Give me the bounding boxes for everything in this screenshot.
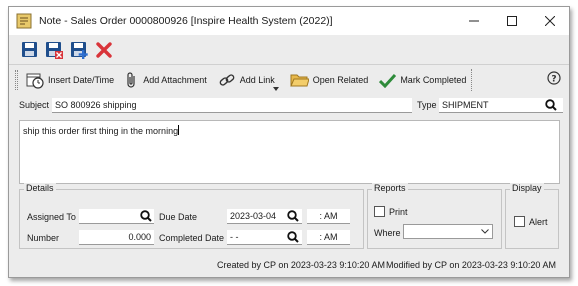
assigned-to-label: Assigned To	[27, 212, 76, 222]
due-date-search-icon[interactable]	[287, 210, 299, 222]
created-status: Created by CP on 2023-03-23 9:10:20 AM	[217, 260, 385, 270]
reports-group: Reports	[367, 183, 502, 249]
subject-label: Subject	[19, 100, 50, 110]
help-icon: ?	[547, 71, 561, 85]
close-icon	[545, 16, 555, 26]
reports-title: Reports	[372, 183, 408, 193]
where-select[interactable]	[403, 224, 493, 239]
note-actions-toolbar: Insert Date/Time Add Attachment Add Link…	[9, 65, 569, 95]
add-link-button[interactable]: Add Link	[214, 67, 279, 93]
toolbar-grip[interactable]	[15, 70, 18, 90]
save-button[interactable]	[17, 38, 41, 62]
open-related-button[interactable]: Open Related	[286, 67, 373, 93]
minimize-icon	[469, 20, 479, 22]
print-checkbox[interactable]	[374, 206, 385, 217]
maximize-icon	[507, 16, 517, 26]
title-bar: Note - Sales Order 0000800926 [Inspire H…	[9, 7, 569, 35]
alert-checkbox[interactable]	[514, 216, 525, 227]
insert-datetime-label: Insert Date/Time	[48, 75, 115, 85]
save-toolbar	[9, 35, 569, 65]
completed-time-input[interactable]: : AM	[307, 230, 350, 245]
print-label: Print	[389, 207, 408, 217]
save-close-icon	[46, 41, 63, 59]
where-label: Where	[374, 228, 401, 238]
type-label: Type	[417, 100, 437, 110]
delete-x-icon	[96, 41, 112, 58]
save-and-close-button[interactable]	[42, 38, 66, 62]
add-attachment-label: Add Attachment	[143, 75, 207, 85]
folder-icon	[290, 74, 309, 87]
where-chevron-down-icon[interactable]	[481, 229, 489, 234]
add-attachment-button[interactable]: Add Attachment	[121, 67, 211, 93]
due-time-input[interactable]: : AM	[307, 209, 350, 224]
close-button[interactable]	[531, 7, 569, 35]
completed-date-label: Completed Date	[159, 233, 225, 243]
open-related-label: Open Related	[312, 75, 369, 85]
mark-completed-button[interactable]: Mark Completed	[375, 67, 470, 93]
checkmark-icon	[379, 73, 397, 88]
subject-input[interactable]: SO 800926 shipping	[52, 98, 412, 113]
window-title: Note - Sales Order 0000800926 [Inspire H…	[39, 15, 333, 27]
delete-button[interactable]	[92, 38, 116, 62]
type-search-icon[interactable]	[545, 99, 557, 111]
alert-label: Alert	[529, 217, 548, 227]
note-text-area[interactable]: ship this order first thing in the morni…	[19, 120, 560, 184]
window-controls	[455, 7, 569, 35]
note-window: Note - Sales Order 0000800926 [Inspire H…	[8, 6, 570, 278]
due-date-label: Due Date	[159, 212, 198, 222]
details-title: Details	[24, 183, 56, 193]
note-app-icon	[16, 13, 32, 29]
save-new-icon	[71, 41, 88, 59]
note-text: ship this order first thing in the morni…	[23, 126, 179, 136]
save-and-new-button[interactable]	[67, 38, 91, 62]
chain-link-icon	[219, 74, 235, 86]
clock-calendar-icon	[26, 73, 44, 89]
toolbar-separator	[471, 69, 472, 91]
display-title: Display	[510, 183, 544, 193]
save-icon	[21, 42, 37, 57]
dropdown-arrow-icon	[272, 87, 279, 91]
minimize-button[interactable]	[455, 7, 493, 35]
maximize-button[interactable]	[493, 7, 531, 35]
mark-completed-label: Mark Completed	[400, 75, 467, 85]
assigned-to-search-icon[interactable]	[140, 210, 152, 222]
completed-date-search-icon[interactable]	[287, 231, 299, 243]
modified-status: Modified by CP on 2023-03-23 9:10:20 AM	[386, 260, 556, 270]
number-label: Number	[27, 233, 60, 243]
text-cursor	[178, 125, 180, 135]
help-button[interactable]: ?	[547, 71, 561, 87]
paperclip-icon	[127, 72, 135, 88]
insert-datetime-button[interactable]: Insert Date/Time	[22, 67, 118, 93]
number-input[interactable]: 0.000	[79, 230, 154, 245]
svg-text:?: ?	[551, 75, 556, 85]
add-link-label: Add Link	[239, 75, 275, 85]
